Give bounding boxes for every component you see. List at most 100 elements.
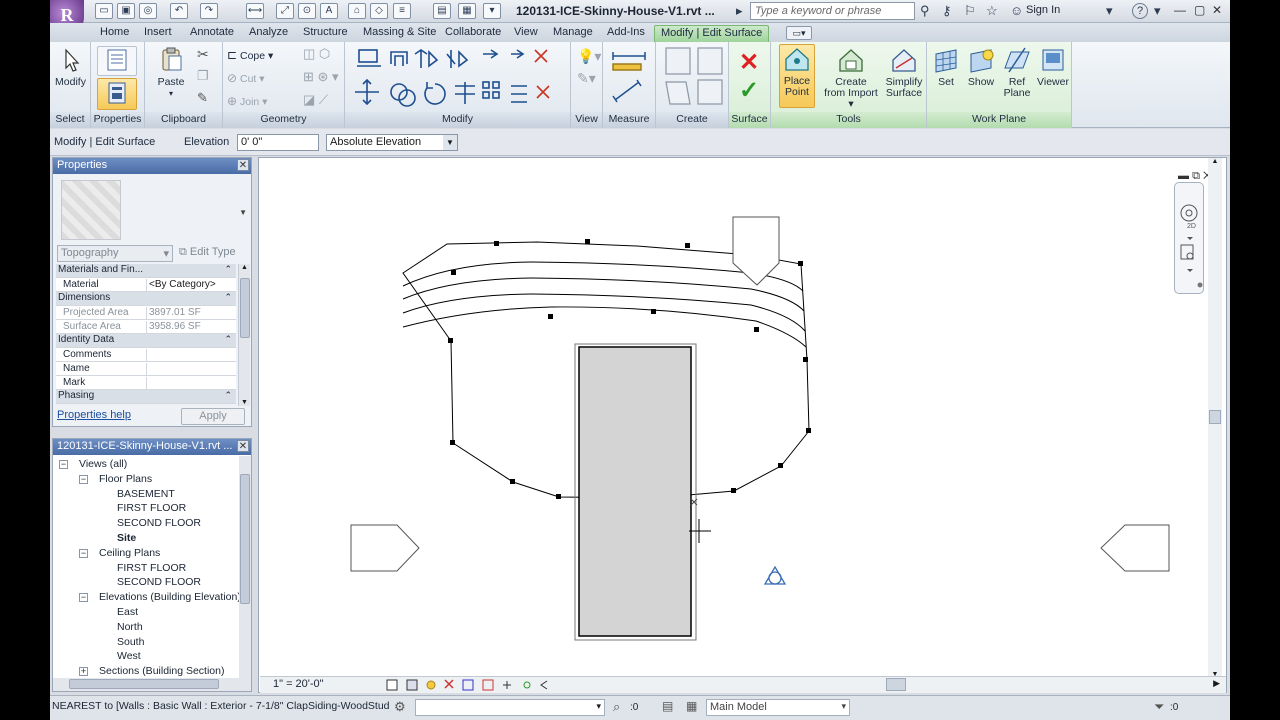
browser-vertical-scrollbar[interactable]: [239, 456, 251, 678]
minimize-ribbon-icon[interactable]: ▭▾: [786, 26, 812, 40]
scroll-right-icon[interactable]: ▶: [1213, 678, 1220, 689]
collapse-chevron-icon[interactable]: ⌃: [224, 292, 232, 303]
close-icon[interactable]: ✕: [1212, 3, 1222, 17]
place-point-button[interactable]: Place Point: [779, 44, 815, 108]
close-browser-icon[interactable]: ✕: [237, 440, 249, 452]
site-plan-canvas[interactable]: [259, 158, 1227, 678]
collapse-chevron-icon[interactable]: ⌃: [224, 390, 232, 401]
horizontal-scroll-thumb[interactable]: [886, 678, 906, 691]
property-category[interactable]: Phasing ⌃: [56, 390, 236, 404]
maximize-icon[interactable]: ▢: [1194, 3, 1205, 17]
drawing-area[interactable]: [258, 157, 1227, 693]
binoculars-icon[interactable]: ⚲: [920, 3, 930, 19]
browser-item[interactable]: East: [53, 605, 239, 620]
tab-home[interactable]: Home: [100, 25, 129, 42]
viewer-button[interactable]: Viewer: [1035, 46, 1071, 88]
property-value[interactable]: [146, 363, 236, 376]
filter-icon[interactable]: ⏷: [1154, 699, 1164, 715]
type-selector-dropdown-icon[interactable]: ▼: [239, 208, 247, 217]
scroll-up-icon[interactable]: ▲: [1208, 158, 1222, 165]
view-scale[interactable]: 1" = 20'-0": [273, 678, 324, 690]
customize-qat-icon[interactable]: ▾: [483, 3, 501, 19]
cut-to-clipboard-icon[interactable]: ✂: [197, 46, 209, 63]
tab-view[interactable]: View: [514, 25, 538, 42]
properties-toggle-button[interactable]: [97, 78, 137, 110]
ref-plane-button[interactable]: Ref Plane: [1001, 46, 1033, 99]
cancel-edit-surface-icon[interactable]: ✕: [739, 48, 759, 77]
tab-analyze[interactable]: Analyze: [249, 25, 288, 42]
switch-windows-icon[interactable]: ▦: [458, 3, 476, 19]
restore-view-icon[interactable]: ▬: [1178, 170, 1189, 182]
collapse-chevron-icon[interactable]: ⌃: [224, 264, 232, 275]
browser-item[interactable]: FIRST FLOOR: [53, 561, 239, 576]
property-row[interactable]: Name: [56, 362, 236, 376]
communication-center-icon[interactable]: ⚐: [964, 3, 976, 19]
section-icon[interactable]: ◇: [370, 3, 388, 19]
close-properties-icon[interactable]: ✕: [237, 159, 249, 171]
properties-help-link[interactable]: Properties help: [57, 409, 131, 421]
browser-item[interactable]: North: [53, 620, 239, 635]
redo-icon[interactable]: ↷: [200, 3, 218, 19]
browser-horizontal-scrollbar[interactable]: [53, 678, 251, 691]
browser-item[interactable]: Site: [53, 531, 239, 546]
tree-toggle-icon[interactable]: +: [79, 667, 88, 677]
paste-dropdown-icon[interactable]: ▾: [153, 88, 189, 99]
scroll-up-icon[interactable]: ▲: [239, 264, 250, 271]
tab-manage[interactable]: Manage: [553, 25, 593, 42]
properties-scrollbar[interactable]: ▲ ▼: [238, 264, 250, 406]
browser-item[interactable]: South: [53, 635, 239, 650]
design-options-icon[interactable]: ▤: [662, 699, 673, 713]
tab-annotate[interactable]: Annotate: [190, 25, 234, 42]
tab-insert[interactable]: Insert: [144, 25, 172, 42]
match-properties-icon[interactable]: ✎: [197, 90, 208, 106]
simplify-surface-button[interactable]: Simplify Surface: [883, 46, 925, 99]
property-value[interactable]: [146, 377, 236, 390]
minimize-icon[interactable]: —: [1174, 3, 1186, 17]
paste-button[interactable]: Paste ▾: [153, 46, 189, 99]
scroll-down-icon[interactable]: ▼: [239, 399, 250, 406]
show-work-plane-button[interactable]: Show: [965, 46, 997, 88]
scroll-thumb[interactable]: [69, 679, 219, 689]
elevation-mode-select[interactable]: Absolute Elevation ▼: [326, 134, 458, 151]
property-value[interactable]: <By Category>: [146, 279, 236, 292]
dropdown-arrow-icon[interactable]: ▾: [1106, 3, 1113, 19]
help-icon[interactable]: ?: [1132, 3, 1148, 19]
browser-item[interactable]: − Floor Plans: [53, 472, 239, 487]
maximize-view-icon[interactable]: ⧉: [1192, 170, 1200, 182]
editing-requests-icon[interactable]: ⌕: [613, 699, 620, 715]
browser-item[interactable]: FIRST FLOOR: [53, 501, 239, 516]
property-row[interactable]: Comments: [56, 348, 236, 362]
help-dropdown-icon[interactable]: ▾: [1154, 3, 1161, 19]
property-category[interactable]: Identity Data ⌃: [56, 334, 236, 348]
elevation-input[interactable]: 0' 0": [237, 134, 319, 151]
tree-toggle-icon[interactable]: −: [79, 548, 88, 558]
expand-arrow-icon[interactable]: ▸: [736, 3, 743, 19]
browser-item[interactable]: BASEMENT: [53, 487, 239, 502]
create-from-import-button[interactable]: Create from Import ▾: [821, 46, 881, 110]
browser-item[interactable]: SECOND FLOOR: [53, 516, 239, 531]
tab-collaborate[interactable]: Collaborate: [445, 25, 501, 42]
favorites-star-icon[interactable]: ☆: [986, 3, 998, 19]
type-properties-button[interactable]: [97, 46, 137, 76]
browser-item[interactable]: SECOND FLOOR: [53, 575, 239, 590]
close-hidden-windows-icon[interactable]: ▤: [433, 3, 451, 19]
cope-button[interactable]: ⊏ Cope ▾: [227, 48, 273, 62]
property-row[interactable]: Material <By Category>: [56, 278, 236, 292]
3d-view-icon[interactable]: ⌂: [348, 3, 366, 19]
thin-lines-icon[interactable]: ≡: [393, 3, 411, 19]
tab-massing-site[interactable]: Massing & Site: [363, 25, 436, 42]
scroll-thumb[interactable]: [240, 474, 250, 604]
browser-item[interactable]: − Elevations (Building Elevation): [53, 590, 241, 605]
tab-structure[interactable]: Structure: [303, 25, 348, 42]
browser-item[interactable]: − Views (all): [53, 457, 239, 472]
design-options-editor-icon[interactable]: ▦: [686, 699, 697, 713]
property-row[interactable]: Mark: [56, 376, 236, 390]
worksets-icon[interactable]: ⚙: [394, 699, 406, 715]
tree-toggle-icon[interactable]: −: [59, 460, 68, 469]
aligned-dimension-icon[interactable]: ⤢: [276, 3, 294, 19]
collapse-chevron-icon[interactable]: ⌃: [224, 334, 232, 345]
scroll-thumb[interactable]: [240, 278, 250, 338]
infocenter-search-input[interactable]: Type a keyword or phrase: [750, 2, 915, 20]
property-value[interactable]: [146, 349, 236, 362]
tab-modify-edit-surface[interactable]: Modify | Edit Surface: [654, 25, 770, 42]
